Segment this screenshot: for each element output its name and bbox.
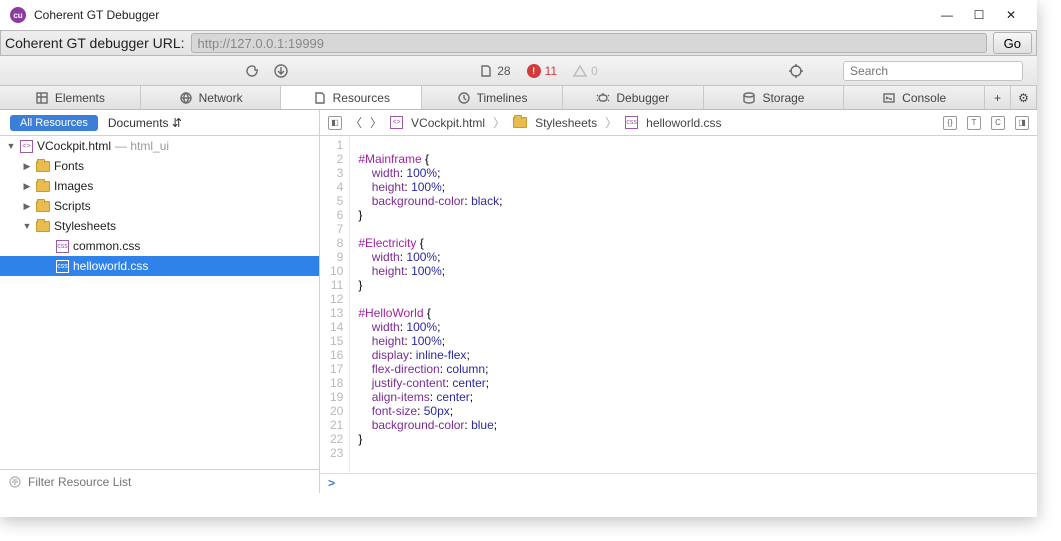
toggle-sidebar-icon[interactable]: ◧ bbox=[328, 116, 342, 130]
download-icon[interactable] bbox=[274, 64, 288, 78]
css-file-icon: css bbox=[56, 240, 69, 253]
filter-bar bbox=[0, 469, 319, 493]
code-icon[interactable]: C bbox=[991, 116, 1005, 130]
maximize-button[interactable]: ☐ bbox=[963, 8, 995, 22]
chevron-updown-icon: ⇵ bbox=[172, 116, 182, 130]
folder-icon bbox=[36, 181, 50, 192]
storage-icon bbox=[742, 91, 756, 105]
breadcrumb-folder[interactable]: Stylesheets bbox=[535, 116, 597, 130]
error-icon: ! bbox=[527, 64, 541, 78]
tree-folder-scripts[interactable]: ▶Scripts bbox=[0, 196, 319, 216]
disclosure-triangle-icon[interactable]: ▶ bbox=[22, 201, 32, 212]
filter-input[interactable] bbox=[28, 475, 311, 489]
minimize-button[interactable]: — bbox=[931, 8, 963, 22]
tab-resources[interactable]: Resources bbox=[281, 86, 422, 109]
folder-icon bbox=[36, 161, 50, 172]
breadcrumb-separator: 〉 bbox=[493, 114, 505, 131]
filter-icon bbox=[8, 475, 22, 489]
console-prompt[interactable]: > bbox=[320, 473, 1037, 493]
all-resources-pill[interactable]: All Resources bbox=[10, 115, 98, 131]
panel-tabs: Elements Network Resources Timelines Deb… bbox=[0, 86, 1037, 110]
tree-root[interactable]: ▼ <> VCockpit.html — html_ui bbox=[0, 136, 319, 156]
close-button[interactable]: ✕ bbox=[995, 8, 1027, 22]
address-bar: Coherent GT debugger URL: Go bbox=[0, 30, 1037, 56]
document-count: 28 bbox=[479, 64, 510, 78]
target-icon[interactable] bbox=[789, 64, 803, 78]
toggle-right-sidebar-icon[interactable]: ◨ bbox=[1015, 116, 1029, 130]
settings-button[interactable]: ⚙ bbox=[1011, 86, 1037, 109]
console-icon bbox=[882, 91, 896, 105]
tab-network[interactable]: Network bbox=[141, 86, 282, 109]
disclosure-triangle-icon[interactable]: ▼ bbox=[6, 141, 16, 151]
window-title: Coherent GT Debugger bbox=[34, 8, 159, 22]
disclosure-triangle-icon[interactable]: ▼ bbox=[22, 221, 32, 231]
braces-icon[interactable]: {} bbox=[943, 116, 957, 130]
address-label: Coherent GT debugger URL: bbox=[5, 35, 185, 51]
search-input[interactable] bbox=[843, 61, 1023, 81]
network-icon bbox=[179, 91, 193, 105]
resource-tree: ▼ <> VCockpit.html — html_ui ▶Fonts ▶Ima… bbox=[0, 136, 320, 493]
folder-icon bbox=[36, 201, 50, 212]
elements-icon bbox=[35, 91, 49, 105]
resources-icon bbox=[313, 91, 327, 105]
breadcrumb-file[interactable]: helloworld.css bbox=[646, 116, 721, 130]
tab-console[interactable]: Console bbox=[844, 86, 985, 109]
tree-file-common[interactable]: csscommon.css bbox=[0, 236, 319, 256]
app-icon: cu bbox=[10, 7, 26, 23]
nav-forward-button[interactable]: 〉 bbox=[370, 114, 382, 131]
tree-folder-stylesheets[interactable]: ▼Stylesheets bbox=[0, 216, 319, 236]
tab-storage[interactable]: Storage bbox=[704, 86, 845, 109]
css-file-icon: css bbox=[625, 116, 638, 129]
html-file-icon: <> bbox=[20, 140, 33, 153]
breadcrumb-root[interactable]: VCockpit.html bbox=[411, 116, 485, 130]
tree-folder-fonts[interactable]: ▶Fonts bbox=[0, 156, 319, 176]
code-editor: 1234567891011121314151617181920212223 #M… bbox=[320, 136, 1037, 493]
folder-icon bbox=[513, 117, 527, 128]
tab-elements[interactable]: Elements bbox=[0, 86, 141, 109]
type-icon[interactable]: T bbox=[967, 116, 981, 130]
go-button[interactable]: Go bbox=[993, 32, 1032, 54]
css-file-icon: css bbox=[56, 260, 69, 273]
disclosure-triangle-icon[interactable]: ▶ bbox=[22, 161, 32, 172]
add-tab-button[interactable]: + bbox=[985, 86, 1011, 109]
window-titlebar: cu Coherent GT Debugger — ☐ ✕ bbox=[0, 0, 1037, 30]
warning-icon bbox=[573, 64, 587, 78]
tree-folder-images[interactable]: ▶Images bbox=[0, 176, 319, 196]
error-count[interactable]: ! 11 bbox=[527, 64, 557, 78]
tree-file-helloworld[interactable]: csshelloworld.css bbox=[0, 256, 319, 276]
breadcrumb-separator: 〉 bbox=[605, 114, 617, 131]
timelines-icon bbox=[457, 91, 471, 105]
tab-debugger[interactable]: Debugger bbox=[563, 86, 704, 109]
documents-dropdown[interactable]: Documents ⇵ bbox=[108, 116, 182, 130]
nav-back-button[interactable]: 〈 bbox=[350, 114, 362, 131]
sub-toolbar: All Resources Documents ⇵ ◧ 〈 〉 <> VCock… bbox=[0, 110, 1037, 136]
warning-count: 0 bbox=[573, 64, 598, 78]
disclosure-triangle-icon[interactable]: ▶ bbox=[22, 181, 32, 192]
html-file-icon: <> bbox=[390, 116, 403, 129]
line-numbers: 1234567891011121314151617181920212223 bbox=[320, 136, 350, 473]
tab-timelines[interactable]: Timelines bbox=[422, 86, 563, 109]
document-icon bbox=[479, 64, 493, 78]
main-toolbar: 28 ! 11 0 bbox=[0, 56, 1037, 86]
debugger-icon bbox=[596, 91, 610, 105]
url-input[interactable] bbox=[191, 33, 987, 53]
folder-icon bbox=[36, 221, 50, 232]
code-lines[interactable]: #Mainframe { width: 100%; height: 100%; … bbox=[350, 136, 502, 473]
reload-icon[interactable] bbox=[244, 64, 258, 78]
